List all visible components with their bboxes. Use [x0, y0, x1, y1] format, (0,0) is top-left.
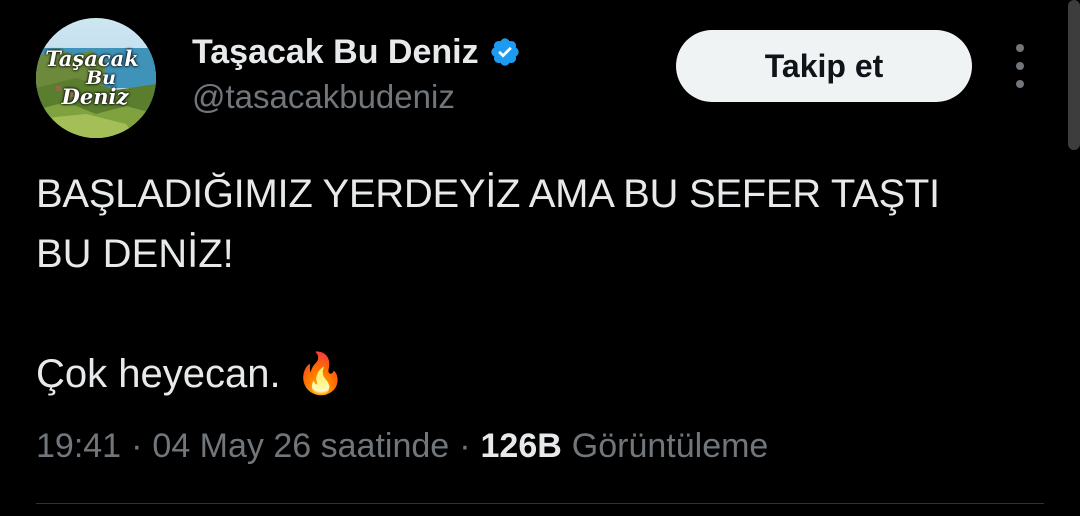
- more-dot: [1016, 62, 1024, 70]
- avatar[interactable]: Taşacak Bu Deniz: [36, 18, 156, 138]
- author-name-row: Taşacak Bu Deniz: [192, 30, 521, 74]
- tweet-text-line: BAŞLADIĞIMIZ YERDEYİZ AMA BU SEFER TAŞTI: [36, 172, 940, 216]
- separator-dot: ·: [459, 426, 471, 465]
- avatar-logo-text: Taşacak Bu Deniz: [36, 18, 156, 138]
- tweet-metadata: 19:41 · 04 May 26 saatinde · 126B Görünt…: [36, 422, 768, 470]
- scrollbar-thumb[interactable]: [1068, 0, 1080, 150]
- more-dot: [1016, 44, 1024, 52]
- more-options-icon[interactable]: [1004, 44, 1036, 88]
- avatar-text-line: Deniz: [61, 84, 129, 110]
- display-name[interactable]: Taşacak Bu Deniz: [192, 33, 479, 72]
- tweet-time[interactable]: 19:41: [36, 427, 121, 466]
- follow-button[interactable]: Takip et: [676, 30, 972, 102]
- views-count[interactable]: 126B: [481, 427, 562, 466]
- divider: [36, 503, 1044, 504]
- avatar-text-line: Taşacak: [45, 46, 139, 72]
- more-dot: [1016, 80, 1024, 88]
- author-handle[interactable]: @tasacakbudeniz: [192, 78, 455, 116]
- tweet-text-line: Çok heyecan.: [36, 352, 281, 396]
- tweet-date[interactable]: 04 May 26 saatinde: [152, 427, 449, 466]
- tweet-card: Taşacak Bu Deniz Taşacak Bu Deniz @tasac…: [0, 0, 1080, 516]
- separator-dot: ·: [131, 426, 143, 465]
- tweet-text-line: BU DENİZ!: [36, 232, 234, 276]
- tweet-text: BAŞLADIĞIMIZ YERDEYİZ AMA BU SEFER TAŞTI…: [36, 164, 1046, 404]
- tweet-text-second-paragraph: Çok heyecan. 🔥: [36, 344, 1046, 404]
- verified-badge-icon[interactable]: [489, 36, 521, 68]
- views-label: Görüntüleme: [571, 426, 769, 465]
- fire-emoji-icon: 🔥: [295, 352, 346, 396]
